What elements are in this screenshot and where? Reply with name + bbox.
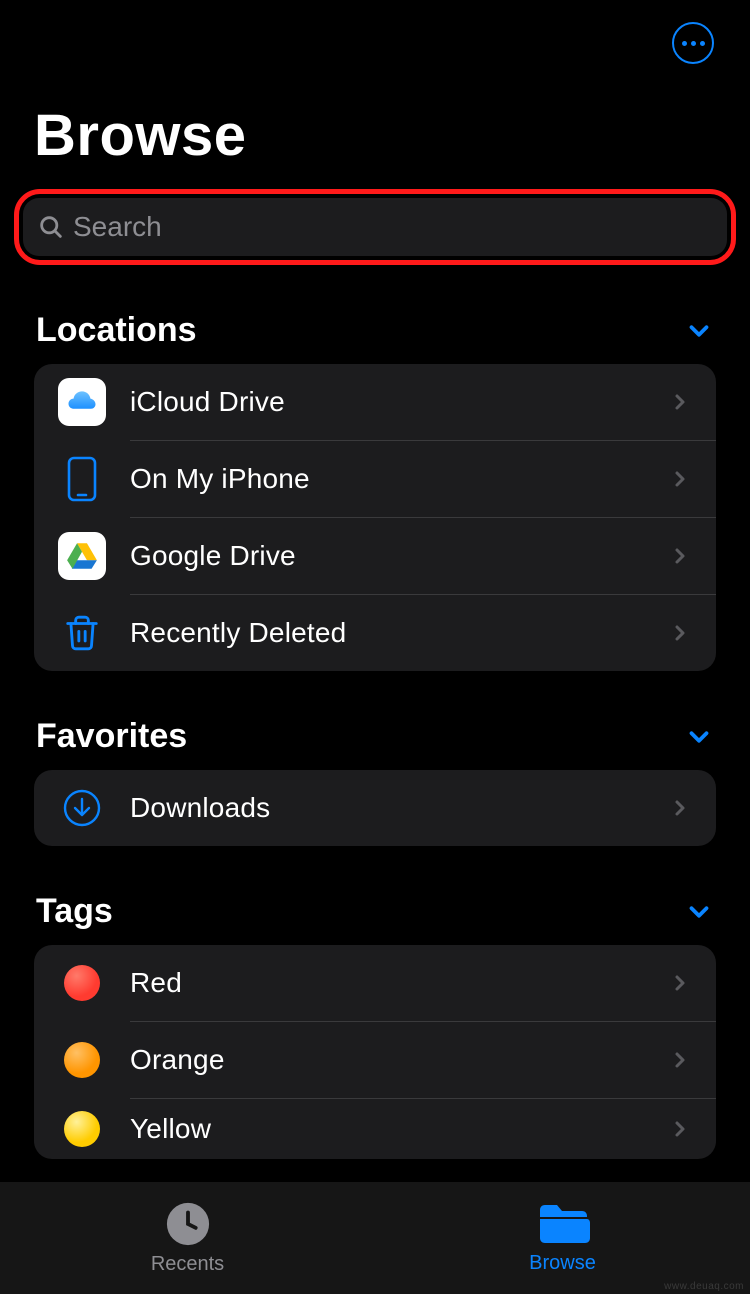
location-icloud-drive[interactable]: iCloud Drive [34, 364, 716, 440]
favorite-downloads[interactable]: Downloads [34, 770, 716, 846]
chevron-right-icon [668, 621, 692, 645]
tag-yellow[interactable]: Yellow [34, 1099, 716, 1159]
row-label: Orange [130, 1044, 225, 1076]
search-icon [37, 213, 65, 241]
chevron-down-icon [684, 316, 714, 346]
tag-dot-yellow [64, 1111, 100, 1147]
tab-recents[interactable]: Recents [0, 1182, 375, 1294]
chevron-right-icon [668, 971, 692, 995]
tag-dot-red [64, 965, 100, 1001]
row-label: Recently Deleted [130, 617, 346, 649]
chevron-right-icon [668, 390, 692, 414]
chevron-down-icon [684, 897, 714, 927]
ellipsis-dot [691, 41, 696, 46]
ellipsis-dot [700, 41, 705, 46]
favorites-group: Downloads [34, 770, 716, 846]
row-label: Google Drive [130, 540, 296, 572]
chevron-right-icon [668, 1048, 692, 1072]
trash-icon [63, 612, 101, 654]
search-bar[interactable] [23, 198, 727, 256]
tab-label: Recents [151, 1253, 224, 1276]
chevron-down-icon [684, 722, 714, 752]
page-title: Browse [0, 64, 750, 189]
clock-icon [165, 1201, 211, 1247]
favorites-header[interactable]: Favorites [34, 717, 716, 756]
tag-orange[interactable]: Orange [34, 1022, 716, 1098]
more-button[interactable] [672, 22, 714, 64]
downloads-icon [62, 788, 102, 828]
locations-title: Locations [36, 311, 197, 350]
search-highlight-annotation [14, 189, 736, 265]
row-label: On My iPhone [130, 463, 310, 495]
chevron-right-icon [668, 544, 692, 568]
chevron-right-icon [668, 1117, 692, 1141]
tab-browse[interactable]: Browse [375, 1182, 750, 1294]
locations-group: iCloud Drive On My iPhone Google Drive [34, 364, 716, 671]
favorites-title: Favorites [36, 717, 187, 756]
tags-title: Tags [36, 892, 113, 931]
folder-icon [536, 1202, 590, 1246]
location-google-drive[interactable]: Google Drive [34, 518, 716, 594]
icloud-icon [58, 378, 106, 426]
tags-group: Red Orange Yellow [34, 945, 716, 1159]
row-label: Yellow [130, 1113, 211, 1145]
search-input[interactable] [73, 211, 713, 243]
watermark: www.deuaq.com [664, 1281, 744, 1292]
iphone-icon [67, 456, 97, 502]
google-drive-icon [58, 532, 106, 580]
chevron-right-icon [668, 796, 692, 820]
ellipsis-dot [682, 41, 687, 46]
chevron-right-icon [668, 467, 692, 491]
locations-header[interactable]: Locations [34, 311, 716, 350]
tag-dot-orange [64, 1042, 100, 1078]
location-on-my-iphone[interactable]: On My iPhone [34, 441, 716, 517]
tags-header[interactable]: Tags [34, 892, 716, 931]
row-label: iCloud Drive [130, 386, 285, 418]
location-recently-deleted[interactable]: Recently Deleted [34, 595, 716, 671]
row-label: Red [130, 967, 182, 999]
tag-red[interactable]: Red [34, 945, 716, 1021]
row-label: Downloads [130, 792, 270, 824]
tab-label: Browse [529, 1252, 596, 1275]
tab-bar: Recents Browse [0, 1182, 750, 1294]
